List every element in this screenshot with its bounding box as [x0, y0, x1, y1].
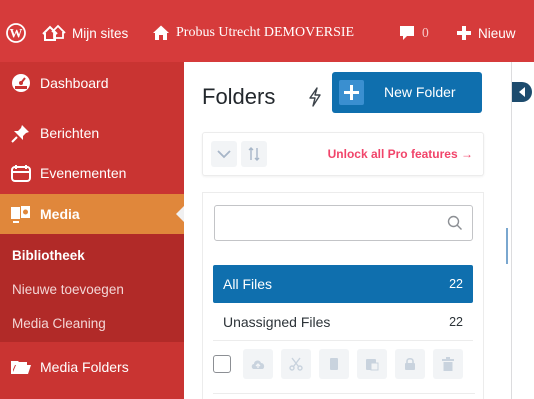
submenu-item-bibliotheek[interactable]: Bibliotheek: [12, 248, 85, 263]
admin-bar: W Mijn sites Probus Utrecht DEMOVERSIE 0…: [0, 0, 534, 62]
media-submenu: Bibliotheek Nieuwe toevoegen Media Clean…: [0, 234, 184, 342]
comments-menu[interactable]: 0: [398, 22, 429, 44]
lock-icon: [405, 357, 415, 370]
folder-row-unassigned-files[interactable]: Unassigned Files 22: [213, 303, 473, 341]
new-folder-button[interactable]: New Folder: [332, 72, 482, 113]
folder-list: All Files 22 Unassigned Files 22: [202, 192, 484, 399]
chevron-down-icon: [217, 150, 231, 159]
site-name-label: Probus Utrecht DEMOVERSIE: [176, 25, 355, 40]
folders-panel: Folders New Folder Unlock all Pro featur…: [184, 62, 512, 399]
sidebar-item-media-folders[interactable]: Media Folders: [0, 348, 184, 386]
bolt-icon[interactable]: [307, 87, 323, 107]
folder-icon: [10, 356, 32, 378]
media-icon: [10, 203, 32, 225]
scissors-icon: [289, 357, 303, 371]
collapse-panel-button[interactable]: [512, 82, 532, 102]
sidebar-item-media[interactable]: Media: [0, 194, 184, 234]
sidebar-item-label: Evenementen: [40, 165, 127, 181]
cut-button[interactable]: [281, 349, 311, 379]
sidebar-item-label: Media Folders: [40, 359, 129, 375]
pin-icon: [10, 122, 32, 144]
active-indicator-arrow: [176, 206, 184, 222]
sidebar-item-label: Berichten: [40, 125, 100, 141]
lock-button[interactable]: [395, 349, 425, 379]
folder-row-all-files[interactable]: All Files 22: [213, 265, 473, 303]
plus-icon: [457, 26, 471, 40]
sidebar-item-berichten[interactable]: Berichten: [0, 114, 184, 152]
plus-icon: [339, 80, 364, 105]
new-label: Nieuw: [478, 25, 516, 41]
folder-label: All Files: [223, 276, 273, 292]
folder-count: 22: [449, 314, 463, 329]
my-sites-menu[interactable]: Mijn sites: [42, 22, 128, 44]
delete-button[interactable]: [433, 349, 463, 379]
submenu-item-media-cleaning[interactable]: Media Cleaning: [12, 316, 106, 331]
folder-label: Unassigned Files: [223, 313, 331, 330]
cloud-upload-button[interactable]: [243, 349, 273, 379]
paste-button[interactable]: [357, 349, 387, 379]
wordpress-logo-icon: W: [6, 23, 26, 43]
comment-bubble-icon: [400, 26, 414, 40]
folder-search[interactable]: [214, 205, 473, 241]
copy-icon: [330, 358, 338, 370]
new-content-menu[interactable]: Nieuw: [456, 22, 516, 44]
media-library-area: [512, 62, 534, 399]
sort-folders-button[interactable]: [241, 141, 267, 167]
sort-icon: [248, 147, 260, 161]
folders-title: Folders: [202, 84, 276, 109]
sidebar-item-label: Media: [40, 206, 80, 222]
new-folder-label: New Folder: [384, 84, 456, 100]
trash-icon: [442, 357, 454, 371]
folder-count: 22: [449, 277, 463, 291]
panel-resize-handle[interactable]: [506, 228, 508, 264]
search-icon: [447, 215, 462, 230]
calendar-icon: [10, 162, 32, 184]
divider: [213, 393, 475, 394]
unlock-pro-link[interactable]: Unlock all Pro features →: [328, 147, 473, 161]
sidebar-item-label: Dashboard: [40, 75, 109, 91]
collapse-folders-button[interactable]: [211, 141, 237, 167]
submenu-item-nieuwe-toevoegen[interactable]: Nieuwe toevoegen: [12, 282, 124, 297]
dashboard-icon: [10, 72, 32, 94]
cloud-upload-icon: [251, 360, 265, 369]
folder-actions: [213, 349, 475, 381]
sites-icon: [42, 24, 66, 41]
site-name-menu[interactable]: Probus Utrecht DEMOVERSIE: [152, 22, 354, 44]
paste-icon: [366, 359, 379, 371]
admin-sidebar: Dashboard Berichten Evenementen Media Bi…: [0, 62, 184, 399]
svg-text:W: W: [10, 26, 23, 41]
home-icon: [153, 25, 169, 40]
comments-count: 0: [422, 25, 429, 40]
caret-left-icon: [519, 87, 525, 97]
sidebar-item-evenementen[interactable]: Evenementen: [0, 154, 184, 192]
copy-button[interactable]: [319, 349, 349, 379]
select-all-checkbox[interactable]: [213, 355, 231, 373]
sidebar-item-dashboard[interactable]: Dashboard: [0, 64, 184, 102]
my-sites-label: Mijn sites: [72, 25, 129, 41]
folder-toolbar: Unlock all Pro features →: [202, 132, 484, 176]
folder-search-input[interactable]: [215, 206, 445, 240]
wordpress-logo-button[interactable]: W: [6, 22, 26, 44]
